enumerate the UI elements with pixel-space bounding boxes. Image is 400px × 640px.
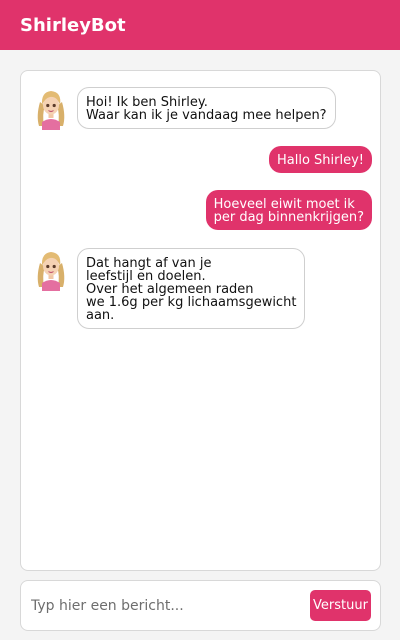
app-title: ShirleyBot — [20, 14, 126, 36]
bot-avatar-icon — [33, 247, 69, 291]
bot-avatar-icon — [33, 86, 69, 130]
send-button[interactable]: Verstuur — [310, 590, 371, 621]
app-header: ShirleyBot — [0, 0, 400, 50]
bot-message-bubble: Hoi! Ik ben Shirley. Waar kan ik je vand… — [77, 87, 336, 129]
user-message-bubble: Hoeveel eiwit moet ik per dag binnenkrij… — [205, 190, 372, 230]
chat-panel[interactable]: Hoi! Ik ben Shirley. Waar kan ik je vand… — [20, 70, 381, 571]
user-message-bubble: Hallo Shirley! — [268, 146, 372, 173]
message-input[interactable] — [22, 582, 302, 629]
bot-message-bubble: Dat hangt af van je leefstijl en doelen.… — [77, 248, 306, 329]
message-composer: Verstuur — [20, 580, 381, 631]
